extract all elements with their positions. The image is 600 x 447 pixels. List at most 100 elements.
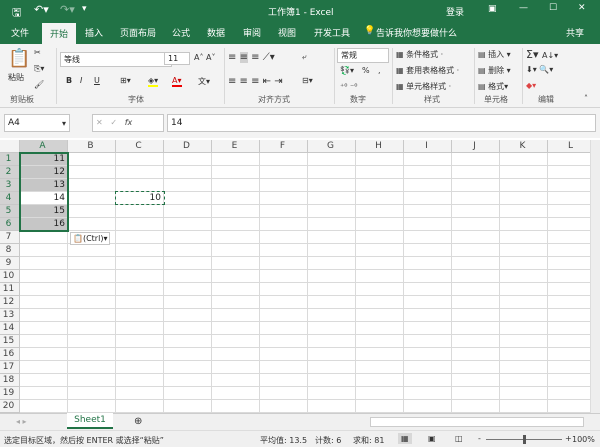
paste-button[interactable]: 粘贴 xyxy=(8,72,24,83)
cell-L17[interactable] xyxy=(548,361,590,374)
close-icon[interactable]: ✕ xyxy=(578,3,586,13)
cell-J9[interactable] xyxy=(452,257,500,270)
fill-color-icon[interactable]: ◈▾ xyxy=(148,76,159,87)
accounting-icon[interactable]: 💱▾ xyxy=(340,66,354,75)
borders-icon[interactable]: ⊞▾ xyxy=(120,76,131,85)
cell-A19[interactable] xyxy=(20,387,68,400)
cell-G4[interactable] xyxy=(308,192,356,205)
cell-I7[interactable] xyxy=(404,231,452,244)
cell-K16[interactable] xyxy=(500,348,548,361)
cell-L18[interactable] xyxy=(548,374,590,387)
cell-E17[interactable] xyxy=(212,361,260,374)
cell-F15[interactable] xyxy=(260,335,308,348)
column-header-H[interactable]: H xyxy=(356,140,404,153)
copy-icon[interactable]: ⎘▾ xyxy=(34,64,44,74)
cell-E19[interactable] xyxy=(212,387,260,400)
fx-button[interactable]: fx xyxy=(125,118,133,127)
cell-F11[interactable] xyxy=(260,283,308,296)
cell-D18[interactable] xyxy=(164,374,212,387)
cell-D6[interactable] xyxy=(164,218,212,231)
cell-C16[interactable] xyxy=(116,348,164,361)
cell-B3[interactable] xyxy=(68,179,116,192)
row-header-1[interactable]: 1 xyxy=(0,153,20,166)
tab-view[interactable]: 视图 xyxy=(278,26,296,39)
customize-qat-icon[interactable]: ▾ xyxy=(82,4,87,14)
cell-F10[interactable] xyxy=(260,270,308,283)
horizontal-scrollbar[interactable] xyxy=(370,417,584,427)
row-header-20[interactable]: 20 xyxy=(0,400,20,413)
cell-A15[interactable] xyxy=(20,335,68,348)
cell-K10[interactable] xyxy=(500,270,548,283)
cell-L15[interactable] xyxy=(548,335,590,348)
cell-J3[interactable] xyxy=(452,179,500,192)
tab-data[interactable]: 数据 xyxy=(207,26,225,39)
row-header-8[interactable]: 8 xyxy=(0,244,20,257)
cell-B6[interactable] xyxy=(68,218,116,231)
table-format-button[interactable]: ▦ 套用表格格式 · xyxy=(396,65,459,76)
cell-D13[interactable] xyxy=(164,309,212,322)
tab-insert[interactable]: 插入 xyxy=(85,26,103,39)
cell-H1[interactable] xyxy=(356,153,404,166)
cell-F1[interactable] xyxy=(260,153,308,166)
cell-D10[interactable] xyxy=(164,270,212,283)
cell-G3[interactable] xyxy=(308,179,356,192)
column-header-F[interactable]: F xyxy=(260,140,308,153)
ribbon-display-icon[interactable]: ▣ xyxy=(488,4,497,14)
row-header-14[interactable]: 14 xyxy=(0,322,20,335)
cell-K1[interactable] xyxy=(500,153,548,166)
zoom-in-button[interactable]: + xyxy=(565,434,572,443)
cell-E12[interactable] xyxy=(212,296,260,309)
cell-D14[interactable] xyxy=(164,322,212,335)
cell-J7[interactable] xyxy=(452,231,500,244)
cell-J10[interactable] xyxy=(452,270,500,283)
cell-I18[interactable] xyxy=(404,374,452,387)
cell-G12[interactable] xyxy=(308,296,356,309)
cell-J14[interactable] xyxy=(452,322,500,335)
merge-center-icon[interactable]: ⊟▾ xyxy=(302,76,313,85)
cell-A11[interactable] xyxy=(20,283,68,296)
bold-button[interactable]: B xyxy=(66,76,72,85)
cell-B4[interactable] xyxy=(68,192,116,205)
cell-B16[interactable] xyxy=(68,348,116,361)
cell-B20[interactable] xyxy=(68,400,116,413)
cell-B8[interactable] xyxy=(68,244,116,257)
cell-E10[interactable] xyxy=(212,270,260,283)
cell-L2[interactable] xyxy=(548,166,590,179)
cell-E5[interactable] xyxy=(212,205,260,218)
cell-B9[interactable] xyxy=(68,257,116,270)
cell-A9[interactable] xyxy=(20,257,68,270)
cell-I3[interactable] xyxy=(404,179,452,192)
cell-K17[interactable] xyxy=(500,361,548,374)
normal-view-icon[interactable]: ▦ xyxy=(398,433,412,444)
page-layout-view-icon[interactable]: ▣ xyxy=(428,434,436,443)
cell-H6[interactable] xyxy=(356,218,404,231)
cell-L4[interactable] xyxy=(548,192,590,205)
italic-button[interactable]: I xyxy=(80,76,82,85)
row-header-11[interactable]: 11 xyxy=(0,283,20,296)
cell-D9[interactable] xyxy=(164,257,212,270)
cell-I9[interactable] xyxy=(404,257,452,270)
tab-developer[interactable]: 开发工具 xyxy=(314,26,350,39)
row-header-19[interactable]: 19 xyxy=(0,387,20,400)
cell-I1[interactable] xyxy=(404,153,452,166)
cell-G5[interactable] xyxy=(308,205,356,218)
cell-L8[interactable] xyxy=(548,244,590,257)
cell-D16[interactable] xyxy=(164,348,212,361)
cell-E18[interactable] xyxy=(212,374,260,387)
font-size-select[interactable]: 11 xyxy=(164,52,190,65)
cell-L13[interactable] xyxy=(548,309,590,322)
cell-C6[interactable] xyxy=(116,218,164,231)
cell-B18[interactable] xyxy=(68,374,116,387)
cell-I12[interactable] xyxy=(404,296,452,309)
cell-B1[interactable] xyxy=(68,153,116,166)
cell-H19[interactable] xyxy=(356,387,404,400)
row-header-4[interactable]: 4 xyxy=(0,192,20,205)
minimize-icon[interactable]: — xyxy=(519,3,528,13)
cell-J18[interactable] xyxy=(452,374,500,387)
cell-I2[interactable] xyxy=(404,166,452,179)
cell-I6[interactable] xyxy=(404,218,452,231)
cell-I13[interactable] xyxy=(404,309,452,322)
cell-F12[interactable] xyxy=(260,296,308,309)
enter-icon[interactable]: ✓ xyxy=(110,118,117,127)
zoom-out-button[interactable]: - xyxy=(478,434,481,443)
